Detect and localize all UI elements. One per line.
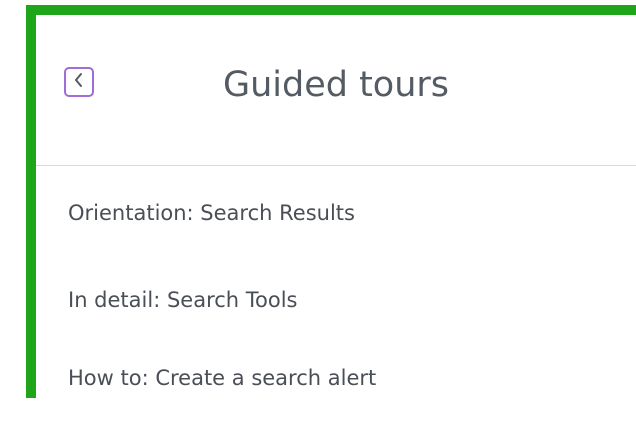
guided-tours-panel: Guided tours Orientation: Search Results… <box>36 15 636 398</box>
panel-header: Guided tours <box>36 15 636 166</box>
tour-list: Orientation: Search Results In detail: S… <box>68 165 628 417</box>
tour-item-orientation-search-results[interactable]: Orientation: Search Results <box>68 165 628 261</box>
tour-item-search-tools[interactable]: In detail: Search Tools <box>68 261 628 339</box>
chevron-left-icon <box>72 72 86 92</box>
page-title: Guided tours <box>222 65 450 105</box>
back-button[interactable] <box>64 67 94 97</box>
tour-item-create-search-alert[interactable]: How to: Create a search alert <box>68 339 628 417</box>
